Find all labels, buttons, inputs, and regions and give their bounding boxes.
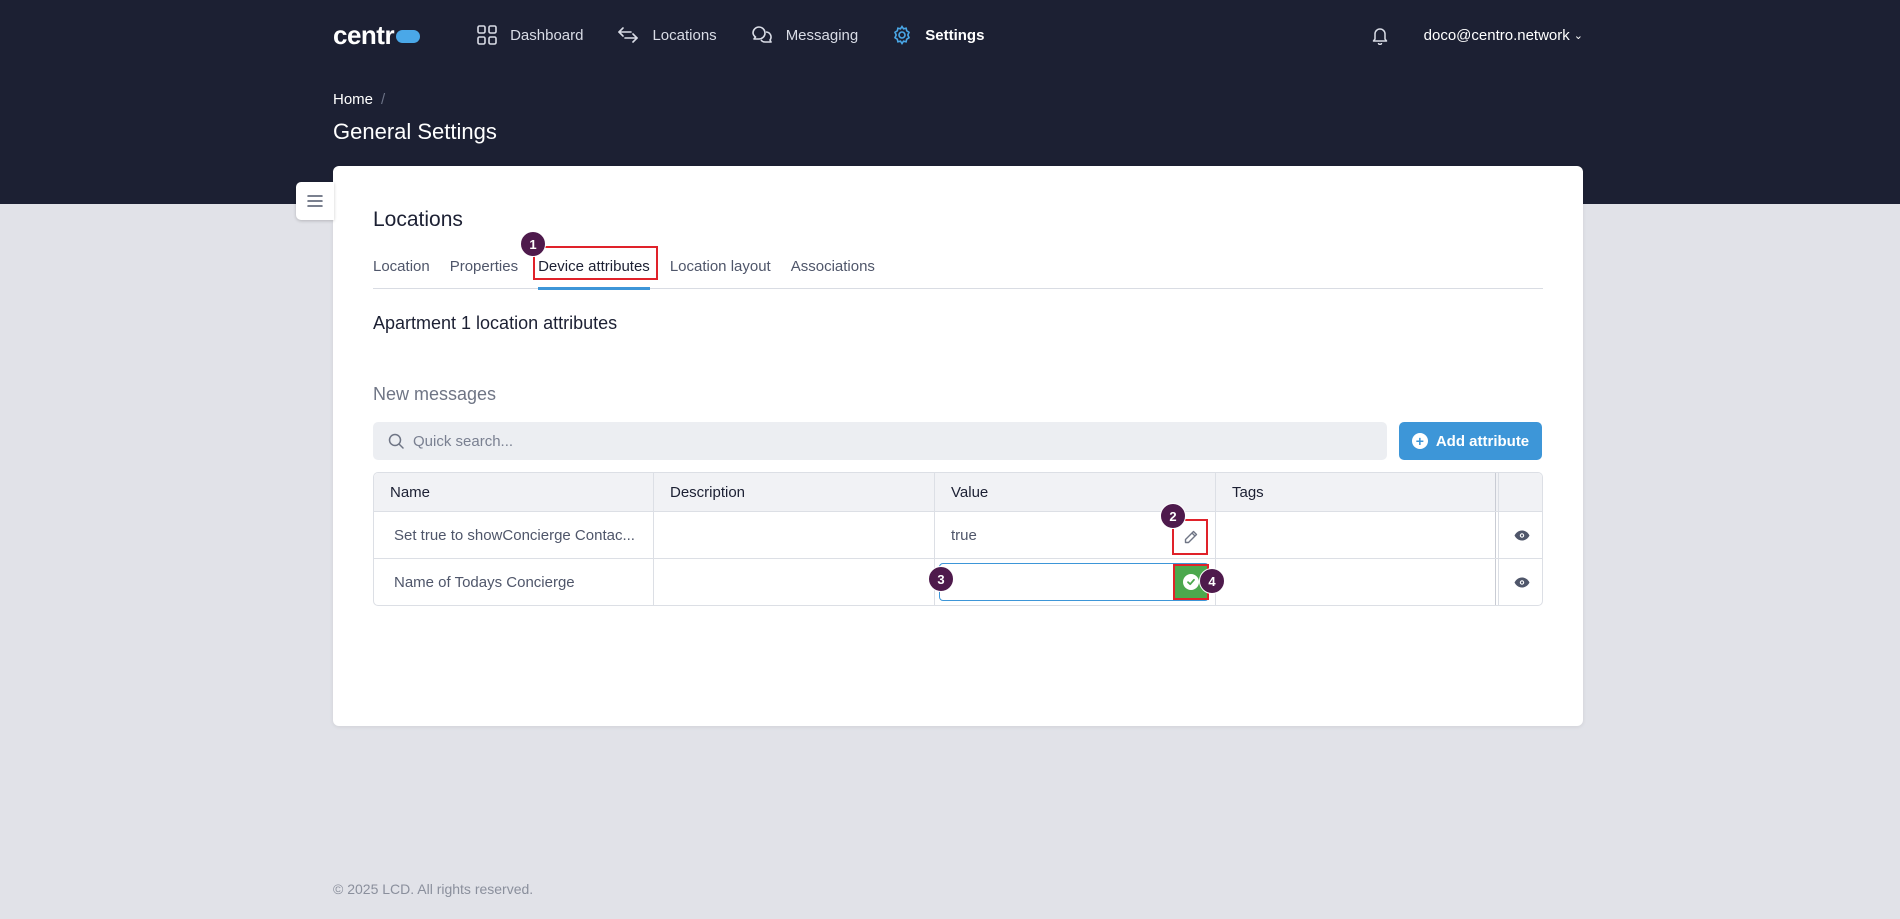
nav-dashboard[interactable]: Dashboard	[477, 25, 583, 45]
row-description	[654, 559, 935, 605]
table-row: Set true to showConcierge Contac... true	[374, 512, 1542, 559]
nav-locations[interactable]: Locations	[617, 26, 717, 44]
tab-location[interactable]: Location	[373, 243, 430, 289]
view-button[interactable]	[1498, 559, 1542, 605]
nav-settings[interactable]: Settings	[892, 25, 984, 45]
dashboard-grid-icon	[477, 25, 497, 45]
search-bar	[373, 422, 1387, 460]
eye-icon	[1514, 577, 1529, 588]
top-navigation: centr Dashboard Locations Messaging Sett…	[333, 0, 1583, 70]
row-value-cell	[935, 559, 1216, 605]
view-button[interactable]	[1498, 512, 1542, 558]
step-badge-1: 1	[520, 231, 546, 257]
table-header: Name Description Value Tags	[374, 473, 1542, 512]
page-title: General Settings	[333, 119, 497, 144]
row-name: Name of Todays Concierge	[374, 559, 654, 605]
breadcrumb-home[interactable]: Home	[333, 91, 373, 108]
row-description	[654, 512, 935, 558]
breadcrumb: Home /	[333, 91, 385, 108]
tab-device-attributes[interactable]: Device attributes	[538, 243, 650, 290]
column-header-description[interactable]: Description	[654, 473, 935, 511]
notifications-bell-icon[interactable]	[1371, 26, 1389, 45]
value-edit-input[interactable]	[939, 563, 1209, 601]
nav-messaging[interactable]: Messaging	[751, 25, 859, 45]
step-badge-3: 3	[928, 566, 954, 592]
tab-associations[interactable]: Associations	[791, 243, 875, 289]
row-tags	[1216, 559, 1496, 605]
nav-locations-label: Locations	[652, 26, 717, 44]
hamburger-menu-icon	[307, 195, 323, 207]
row-tags	[1216, 512, 1496, 558]
centro-logo[interactable]: centr	[333, 20, 421, 51]
search-icon	[388, 433, 404, 449]
nav-messaging-label: Messaging	[785, 26, 859, 44]
eye-icon	[1514, 530, 1529, 540]
arrows-exchange-icon	[618, 27, 639, 43]
chevron-down-icon: ⌄	[1573, 29, 1583, 42]
table-row: Name of Todays Concierge	[374, 559, 1542, 605]
logo-pill-icon	[396, 30, 421, 43]
footer-copyright: © 2025 LCD. All rights reserved.	[333, 881, 534, 897]
attributes-table: Name Description Value Tags Set true to …	[373, 472, 1543, 606]
tab-location-layout[interactable]: Location layout	[670, 243, 771, 289]
card-title: Locations	[373, 208, 463, 231]
user-email: doco@centro.network	[1423, 26, 1570, 44]
nav-dashboard-label: Dashboard	[510, 26, 584, 44]
sidebar-toggle-button[interactable]	[296, 182, 334, 220]
location-attributes-heading: Apartment 1 location attributes	[373, 313, 618, 333]
gear-icon	[894, 25, 911, 45]
search-input[interactable]	[413, 432, 1313, 450]
column-header-tags[interactable]: Tags	[1216, 473, 1496, 511]
chat-bubbles-icon	[751, 26, 772, 43]
row-name: Set true to showConcierge Contac...	[374, 512, 654, 558]
user-menu[interactable]: doco@centro.network ⌄	[1424, 27, 1583, 44]
tab-bar: Location Properties Device attributes Lo…	[373, 243, 1543, 290]
row-value: true	[951, 526, 977, 544]
plus-circle-icon: +	[1411, 433, 1428, 449]
pencil-edit-icon	[1184, 530, 1197, 543]
column-header-actions	[1498, 473, 1542, 511]
add-attribute-label: Add attribute	[1435, 432, 1530, 450]
step-badge-4: 4	[1199, 568, 1225, 594]
add-attribute-button[interactable]: + Add attribute	[1399, 422, 1542, 460]
step-badge-2: 2	[1160, 503, 1186, 529]
nav-settings-label: Settings	[925, 26, 985, 44]
check-circle-icon	[1183, 574, 1199, 590]
tab-properties[interactable]: Properties	[450, 243, 518, 289]
breadcrumb-separator: /	[381, 91, 386, 108]
column-header-name[interactable]: Name	[374, 473, 654, 511]
section-title: New messages	[373, 384, 497, 404]
